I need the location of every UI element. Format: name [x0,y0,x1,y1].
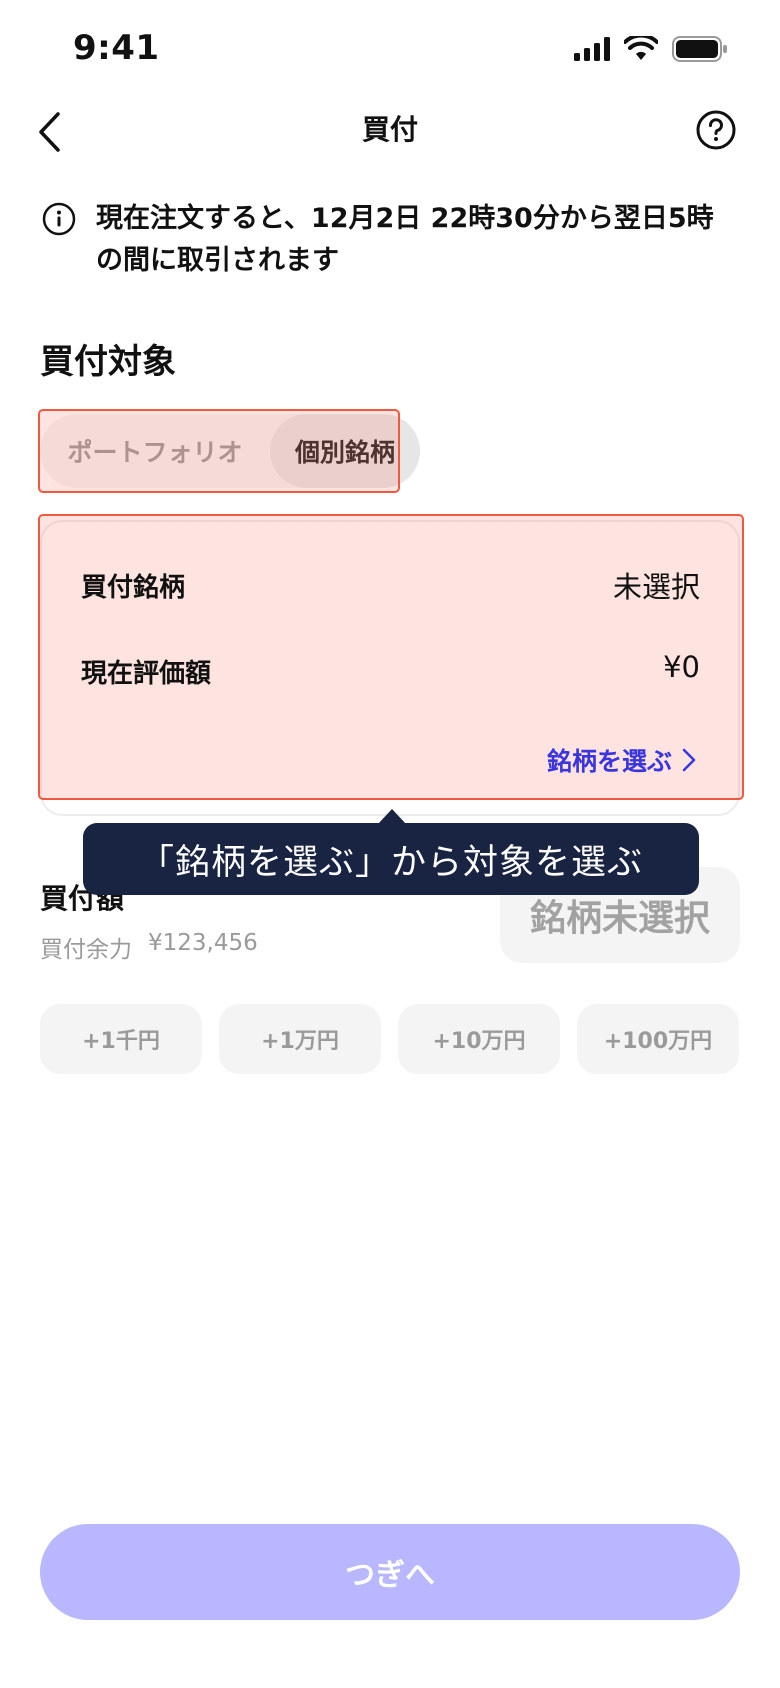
select-stock-link-label: 銘柄を選ぶ [546,747,672,776]
quick-add-10k-button[interactable]: +1万円 [219,1004,381,1074]
row-label-valuation: 現在評価額 [81,659,212,689]
highlight-segment [38,409,400,493]
quick-add-100k-button[interactable]: +10万円 [398,1004,560,1074]
tooltip: 「銘柄を選ぶ」から対象を選ぶ [83,823,699,895]
chevron-right-icon [682,748,696,772]
status-icons [574,36,728,62]
help-button[interactable] [696,110,736,150]
row-value-valuation: ¥0 [663,650,700,684]
buying-power: 買付余力 ¥123,456 [40,930,258,964]
next-button[interactable]: つぎへ [40,1524,740,1620]
quick-add-1m-button[interactable]: +100万円 [577,1004,739,1074]
section-title: 買付対象 [40,342,176,382]
signal-icon [574,37,610,61]
tooltip-arrow [378,809,406,824]
page-title: 買付 [361,113,418,146]
battery-icon [672,36,727,62]
row-label-stock: 買付銘柄 [81,573,186,603]
info-icon [42,202,76,236]
notice-text: 現在注文すると、12月2日 22時30分から翌日5時の間に取引されます [96,203,714,276]
buying-power-value: ¥123,456 [148,930,258,956]
select-stock-link[interactable]: 銘柄を選ぶ [547,742,696,778]
quick-add-1k-button[interactable]: +1千円 [40,1004,202,1074]
buying-power-label: 買付余力 [40,937,132,963]
help-icon [696,110,736,150]
row-value-stock: 未選択 [612,570,700,604]
status-time: 9:41 [73,28,160,68]
wifi-icon [624,36,658,60]
